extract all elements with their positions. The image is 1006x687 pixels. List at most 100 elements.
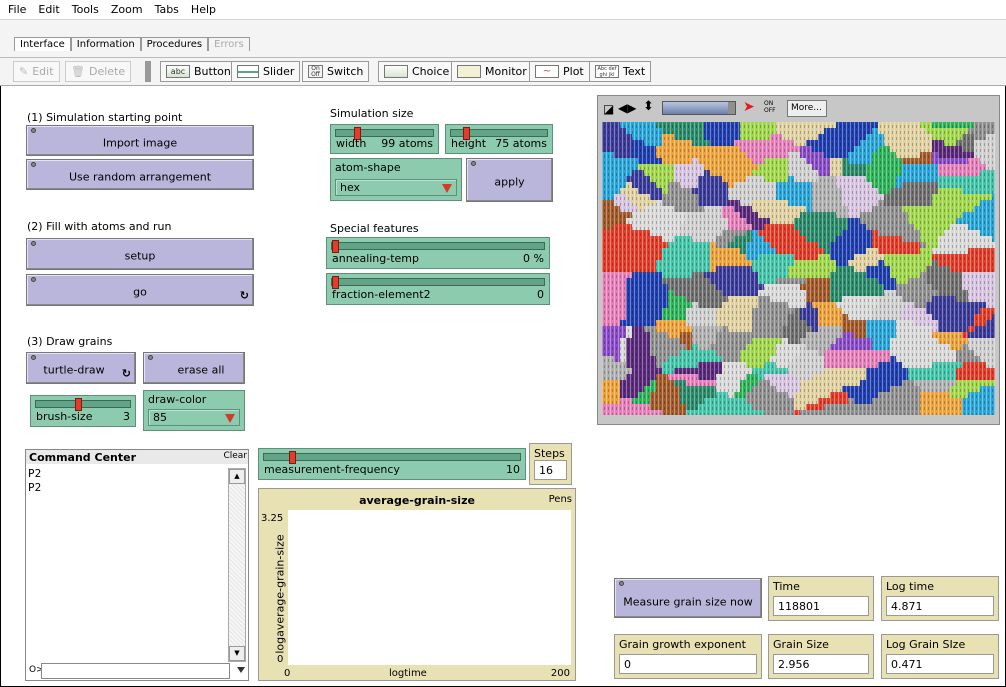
horizontal-arrows-icon[interactable]: ◀▶ [618,101,636,115]
brush-size-slider[interactable]: brush-size 3 [30,395,136,427]
chooser-widget-icon [384,65,408,78]
add-text-button[interactable]: Abc def ghi jkl Text [589,61,652,82]
go-label: go [133,285,147,299]
measure-grain-size-button[interactable]: Measure grain size now [614,578,762,618]
world-canvas[interactable] [602,122,998,416]
add-text-label: Text [623,65,646,78]
menu-zoom[interactable]: Zoom [111,3,143,16]
menu-tools[interactable]: Tools [72,3,99,16]
monitor-label: Grain growth exponent [619,638,746,651]
view-shape-icon[interactable]: ◪ [603,102,614,116]
apply-button[interactable]: apply [466,158,553,202]
atom-shape-chooser[interactable]: atom-shape hex [330,158,462,201]
slider-value: 0 % [523,252,544,265]
add-button-button[interactable]: abc Button [160,61,237,82]
view-more-button[interactable]: More... [787,100,827,117]
slider-track [331,278,545,286]
slider-label: width [336,137,367,150]
random-arrangement-button[interactable]: Use random arrangement [26,159,254,190]
monitor-value: 0 [619,654,757,674]
add-plot-button[interactable]: ~ Plot [529,61,590,82]
menu-edit[interactable]: Edit [38,3,59,16]
add-choice-label: Choice [412,65,450,78]
tab-procedures[interactable]: Procedures [140,37,209,51]
button-dot-icon [31,355,36,360]
slider-widget-icon [237,65,259,78]
time-monitor: Time 118801 [768,576,874,621]
section-draw-label: (3) Draw grains [27,335,113,348]
slider-value: 99 atoms [381,137,433,150]
command-center-header: Command Center Clear [26,450,248,464]
output-scrollbar[interactable]: ▲ ▼ [228,468,246,662]
slider-track [335,129,434,137]
scroll-down-icon[interactable]: ▼ [229,646,245,661]
log-grain-size-monitor: Log Grain SIze 0.471 [881,634,999,679]
tab-information[interactable]: Information [70,37,141,51]
slider-track [263,453,521,461]
speed-slider[interactable] [662,101,736,115]
monitor-value: 16 [534,460,567,480]
menu-bar: File Edit Tools Zoom Tabs Help [0,0,1006,20]
edit-button-label: Edit [32,65,54,78]
menu-help[interactable]: Help [191,3,216,16]
import-image-label: Import image [102,135,178,149]
measurement-frequency-slider[interactable]: measurement-frequency 10 [258,448,526,480]
setup-button[interactable]: setup [26,238,254,270]
clear-button[interactable]: Clear [223,451,247,461]
toolbar-separator [145,61,151,82]
add-slider-button[interactable]: Slider [231,61,301,82]
erase-all-label: erase all [177,363,225,377]
add-choice-button[interactable]: Choice [378,61,456,82]
monitor-value: 2.956 [773,654,869,674]
erase-all-button[interactable]: erase all [143,352,245,384]
vertical-arrows-icon[interactable]: ⬍ [643,99,654,114]
import-image-button[interactable]: Import image [26,125,254,156]
turtle-draw-button[interactable]: turtle-draw ↻ [26,352,136,384]
dropdown-arrow-icon [225,414,235,423]
command-input[interactable] [41,663,230,679]
add-switch-button[interactable]: On Off Switch [302,61,370,82]
menu-tabs[interactable]: Tabs [155,3,179,16]
plot-pens-button[interactable]: Pens [549,494,572,505]
slider-label: measurement-frequency [264,463,400,476]
monitor-value: 118801 [773,596,869,616]
switch-icon-off: Off [311,71,320,78]
menu-file[interactable]: File [8,3,26,16]
grain-map [602,122,998,416]
monitor-label: Steps [534,447,565,460]
turtle-draw-label: turtle-draw [43,363,105,377]
delete-button-label: Delete [88,65,126,78]
height-slider[interactable]: height 75 atoms [445,124,553,154]
chooser-box[interactable]: 85 [148,409,240,426]
atom-overlay [602,122,995,415]
slider-label: fraction-element2 [332,288,431,301]
add-monitor-button[interactable]: Monitor [451,61,533,82]
chooser-label: draw-color [148,393,207,406]
average-grain-size-plot: average-grain-size Pens 3.25 0 logaverag… [258,488,576,681]
go-button[interactable]: go ↻ [26,274,254,306]
view-updates-switch[interactable]: ON OFF [764,100,784,117]
edit-button[interactable]: ✎ Edit [13,61,60,82]
button-widget-icon: abc [166,65,190,78]
slider-value: 10 [506,463,520,476]
scroll-up-icon[interactable]: ▲ [229,469,245,484]
chooser-value: 85 [153,411,167,424]
fraction-element2-slider[interactable]: fraction-element2 0 [326,273,550,305]
view-control-bar: ◪ ◀▶ ⬍ ➤ ON OFF More... [598,96,999,122]
command-center-title: Command Center [29,451,137,464]
chooser-box[interactable]: hex [335,179,457,196]
draw-color-chooser[interactable]: draw-color 85 [143,390,245,431]
plot-ylabel-text: logaverage-grain-size [273,534,287,654]
annealing-temp-slider[interactable]: annealing-temp 0 % [326,237,550,269]
command-center: Command Center Clear P2 P2 ▲ ▼ O> [25,449,249,681]
delete-button[interactable]: 🗑 Delete [65,61,132,82]
history-dropdown-icon[interactable] [237,667,245,673]
button-dot-icon [31,162,36,167]
width-slider[interactable]: width 99 atoms [330,124,439,154]
add-button-label: Button [194,65,231,78]
world-view: ◪ ◀▶ ⬍ ➤ ON OFF More... [597,95,1000,425]
tab-errors[interactable]: Errors [208,37,250,51]
tab-interface[interactable]: Interface [14,37,71,51]
plot-svg [288,510,571,665]
button-dot-icon [148,355,153,360]
